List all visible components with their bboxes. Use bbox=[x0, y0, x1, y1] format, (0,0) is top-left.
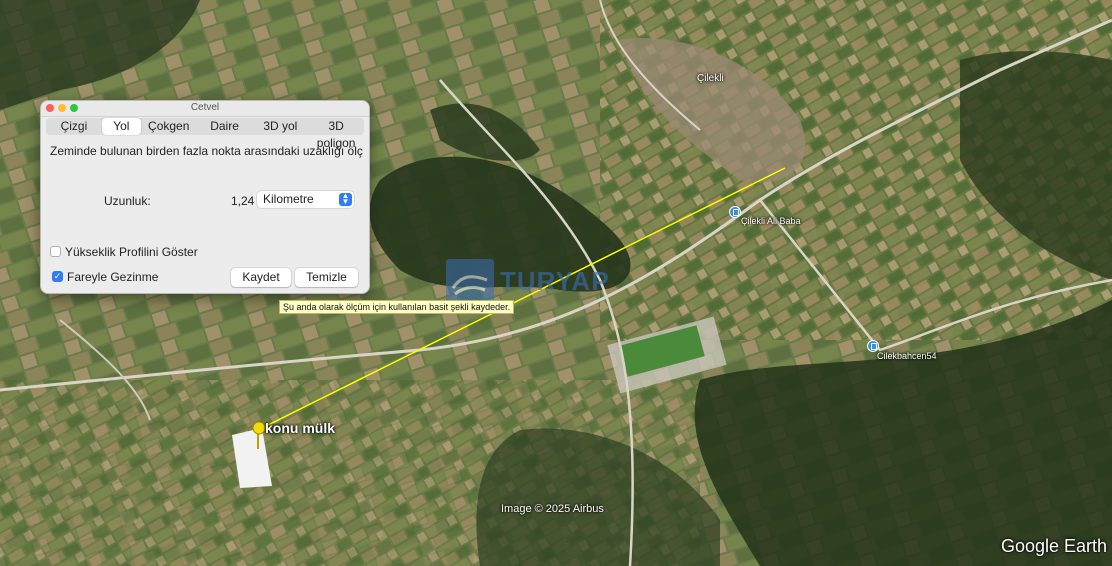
ruler-tabs: Çizgi Yol Çokgen Daire 3D yol 3D poligon bbox=[46, 118, 364, 150]
elevation-profile-checkbox[interactable] bbox=[50, 246, 61, 257]
mouse-navigation-label[interactable]: Fareyle Gezinme bbox=[67, 270, 158, 284]
unit-select-value: Kilometre bbox=[263, 192, 314, 206]
tab-path[interactable]: Yol bbox=[101, 118, 141, 135]
save-tooltip: Şu anda olarak ölçüm için kullanılan bas… bbox=[279, 300, 515, 314]
poi-label-cilekbahcen[interactable]: Cilekbahcen54 bbox=[877, 351, 937, 361]
tab-polygon[interactable]: Çokgen bbox=[141, 118, 197, 135]
google-earth-logo: Google Earth bbox=[1001, 536, 1108, 556]
length-label: Uzunluk: bbox=[104, 194, 151, 208]
placemark-label[interactable]: konu mülk bbox=[265, 420, 335, 436]
imagery-credit: Image © 2025 Airbus bbox=[501, 503, 604, 515]
chevron-updown-icon: ▲ ▼ bbox=[339, 192, 352, 206]
watermark-text: TURYAP bbox=[500, 266, 610, 296]
tab-description: Zeminde bulunan birden fazla nokta arası… bbox=[50, 144, 363, 158]
window-titlebar[interactable]: Cetvel bbox=[41, 101, 369, 117]
tab-line[interactable]: Çizgi bbox=[46, 118, 102, 135]
elevation-profile-label[interactable]: Yükseklik Profilini Göster bbox=[65, 245, 198, 259]
turyap-logo-icon bbox=[446, 259, 494, 303]
tab-3d-polygon[interactable]: 3D poligon bbox=[308, 118, 364, 150]
save-button[interactable]: Kaydet bbox=[231, 268, 291, 287]
unit-select[interactable]: Kilometre ▲ ▼ bbox=[257, 191, 354, 208]
village-label[interactable]: Çilekli bbox=[697, 73, 724, 84]
poi-label-ali-baba[interactable]: Çilekli Ali Baba bbox=[741, 216, 801, 226]
tab-3d-path[interactable]: 3D yol bbox=[252, 118, 308, 135]
ruler-window: Cetvel Çizgi Yol Çokgen Daire 3D yol 3D … bbox=[40, 100, 370, 294]
mouse-navigation-checkbox[interactable]: ✓ bbox=[52, 271, 63, 282]
tab-circle[interactable]: Daire bbox=[197, 118, 253, 135]
clear-button[interactable]: Temizle bbox=[295, 268, 358, 287]
length-value: 1,24 bbox=[231, 194, 255, 208]
poi-icon[interactable] bbox=[729, 206, 741, 218]
window-title: Cetvel bbox=[190, 102, 220, 113]
